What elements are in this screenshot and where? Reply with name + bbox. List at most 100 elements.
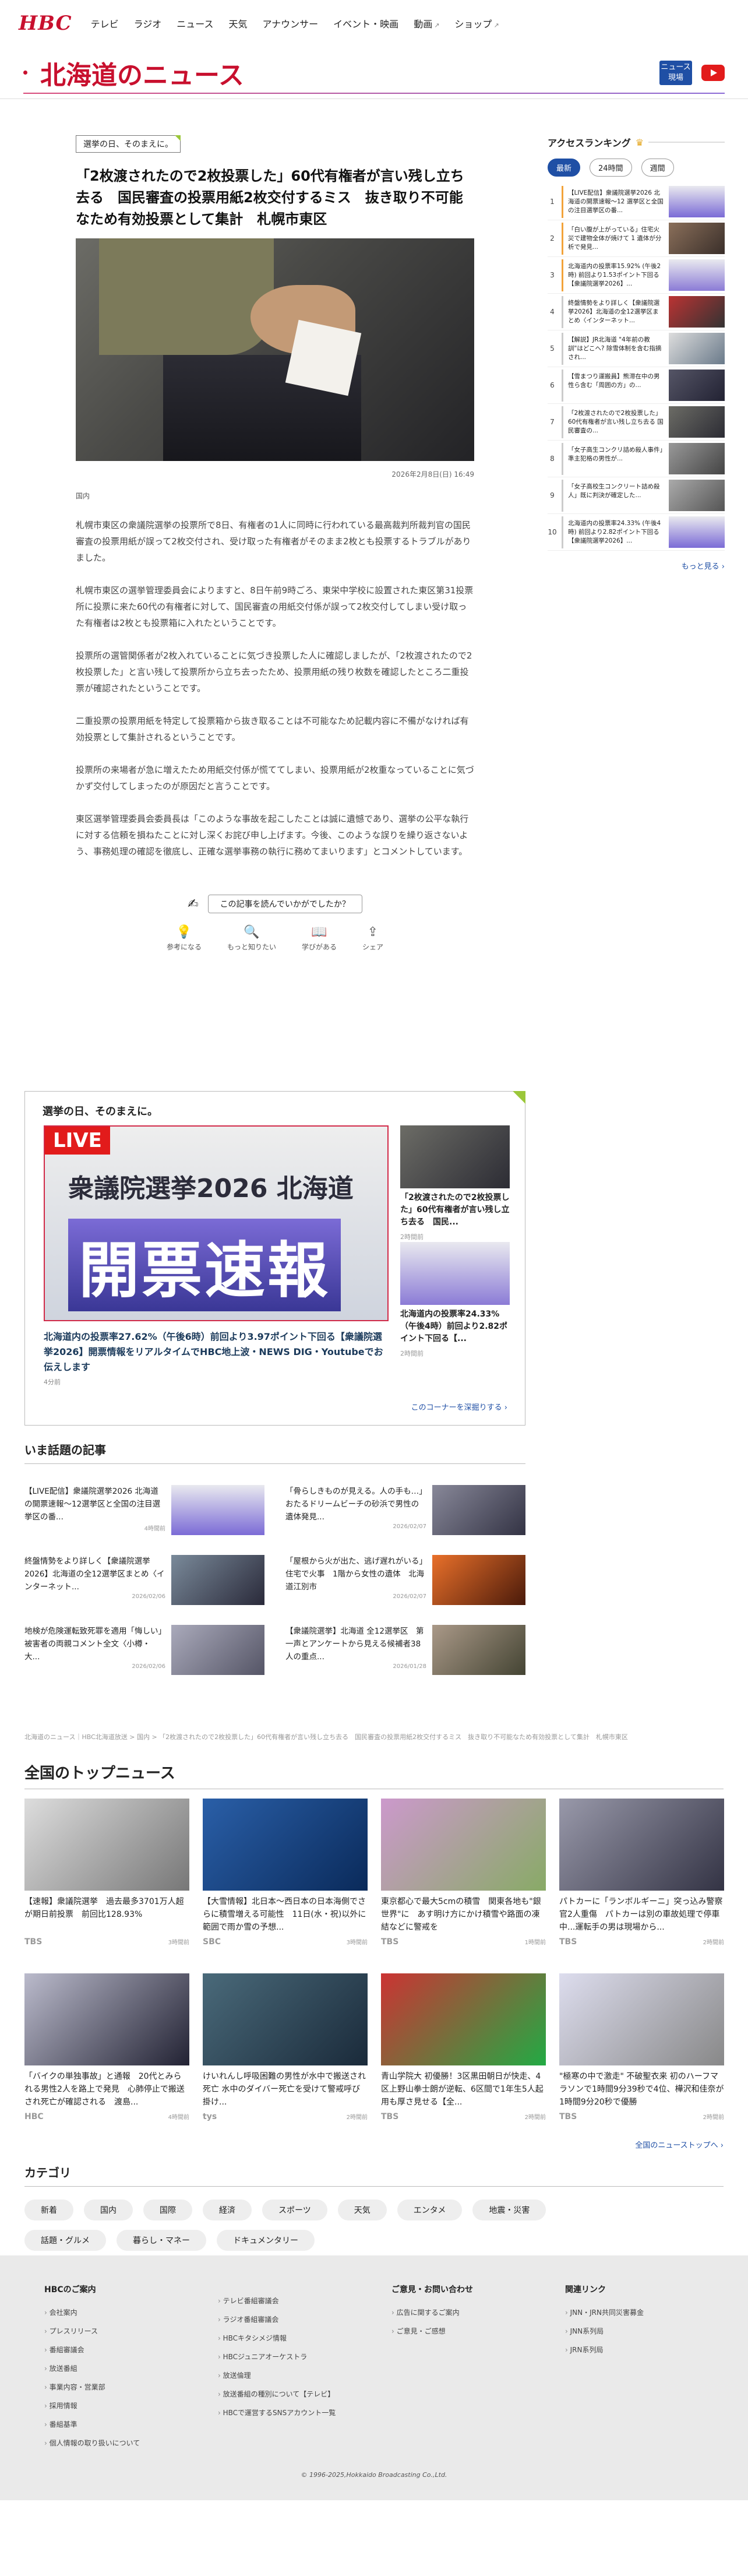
trending-item[interactable]: 【衆議院選挙】北海道 全12選挙区 第一声とアンケートから見える候補者38人の重… — [285, 1625, 525, 1675]
footer-link[interactable]: プレスリリース — [44, 2322, 200, 2341]
category-chip[interactable]: 天気 — [337, 2200, 387, 2220]
series-more-link[interactable]: このコーナーを深掘りする › — [411, 1401, 507, 1412]
ranking-item[interactable]: 10 北海道内の投票率24.33% (午後4時) 前回より2.82ポイント下回る… — [548, 514, 725, 551]
category-chip[interactable]: 新着 — [24, 2200, 73, 2220]
ranking-item[interactable]: 7 「2枚渡されたので2枚投票した」60代有権者が言い残し立ち去る 国民審査の.… — [548, 404, 725, 441]
ranking-item[interactable]: 1 【LIVE配信】衆議院選挙2026 北海道の開票速報〜12 選挙区と全国の注… — [548, 184, 725, 220]
footer-link[interactable]: 放送番組 — [44, 2359, 200, 2378]
footer-link[interactable]: 放送倫理 — [218, 2366, 374, 2385]
top-news-card[interactable]: 【速報】衆議院選挙 過去最多3701万人超が期日前投票 前回比128.93% T… — [24, 1799, 189, 1973]
category-chip[interactable]: ドキュメンタリー — [217, 2230, 315, 2251]
feedback-more-button[interactable]: 🔍 もっと知りたい — [227, 925, 276, 952]
series-main-image[interactable]: LIVE 衆議院選挙2026 北海道 開票速報 — [44, 1125, 389, 1321]
footer-link[interactable]: 広告に関するご案内 — [391, 2303, 548, 2322]
footer-link[interactable]: HBCキタシメジ情報 — [218, 2329, 374, 2348]
article-series-tag[interactable]: 選挙の日、そのまえに。 — [76, 135, 181, 153]
ranking-more-link[interactable]: もっと見る › — [548, 560, 725, 571]
category-chip[interactable]: スポーツ — [262, 2200, 327, 2220]
top-news-card[interactable]: パトカーに「ランボルギーニ」突っ込み警察官2人重傷 パトカーは別の車故処理で停車… — [559, 1799, 724, 1973]
news-genba-button[interactable]: ニュース 現場 — [659, 60, 692, 85]
footer-link[interactable]: 個人情報の取り扱いについて — [44, 2434, 200, 2452]
article-paragraph: 東区選挙管理委員会委員長は「このような事故を起こしたことは誠に遺憾であり、選挙の… — [76, 814, 469, 857]
ranking-item[interactable]: 9 「女子高校生コンクリート詰め殺人」既に判決が確定した... — [548, 477, 725, 514]
tab-24h[interactable]: 24時間 — [590, 159, 632, 177]
series-main-date: 4分前 — [44, 1378, 61, 1386]
footer-link[interactable]: ご意見・ご感想 — [391, 2322, 548, 2341]
footer-link[interactable]: JNN系列局 — [565, 2322, 721, 2341]
category-chip[interactable]: 地震・災害 — [472, 2200, 546, 2220]
ranking-item[interactable]: 6 【雪まつり運搬員】熊滞在中の男性ら含む「周囲の方」の... — [548, 367, 725, 404]
nav-news[interactable]: ニュース — [177, 16, 213, 30]
ranking-thumbnail — [669, 186, 725, 217]
banner-line2: 開票速報 — [68, 1219, 341, 1311]
series-side-item[interactable]: 北海道内の投票率24.33%（午後4時）前回より2.82ポイント下回る【... … — [400, 1242, 510, 1358]
nav-event[interactable]: イベント・映画 — [333, 16, 398, 30]
page-title[interactable]: 北海道のニュース — [40, 54, 244, 92]
top-news-date: 4時間前 — [168, 2114, 189, 2121]
series-side-item[interactable]: 「2枚渡されたので2枚投票した」60代有権者が言い残し立ち去る 国民... 2時… — [400, 1125, 510, 1241]
categories-section: カテゴリ 新着 国内 国際 経済 スポーツ 天気 エンタメ 地震・災害 話題・グルメ 暮らし・マネ… — [24, 2163, 724, 2251]
top-news-card[interactable]: 「バイクの単独事故」と通報 20代とみられる男性2人を路上で発見 心肺停止で搬送… — [24, 1973, 189, 2148]
trending-item[interactable]: 【LIVE配信】衆議院選挙2026 北海道の開票速報〜12選挙区と全国の注目選挙… — [24, 1485, 264, 1535]
footer-link[interactable]: HBCジュニアオーケストラ — [218, 2348, 374, 2366]
share-button[interactable]: ⇪ シェア — [362, 925, 383, 952]
top-news-section: 全国のトップニュース 【速報】衆議院選挙 過去最多3701万人超が期日前投票 前… — [24, 1761, 724, 2150]
footer-link[interactable]: 事業内容・営業部 — [44, 2378, 200, 2396]
ranking-item[interactable]: 3 北海道内の投票率15.92% (午後2時) 前回より1.53ポイント下回る【… — [548, 257, 725, 294]
top-news-card[interactable]: けいれんし呼吸困難の男性が水中で搬送され死亡 水中のダイバー死亡を受けて警戒呼び… — [203, 1973, 368, 2148]
trending-item[interactable]: 「骨らしきものが見える。人の手も…」おたるドリームビーチの砂浜で男性の遺体発見.… — [285, 1485, 525, 1535]
nav-video-wrap[interactable]: 動画 ↗ — [414, 16, 439, 30]
article-category[interactable]: 国内 — [76, 491, 474, 501]
top-news-text: 【大雪情報】北日本〜西日本の日本海側でさらに積雪増える可能性 11日(水・祝)以… — [203, 1897, 366, 1932]
top-news-card[interactable]: 東京都心で最大5cmの積雪 関東各地も"銀世界"に あす明け方にかけ積雪や路面の… — [381, 1799, 546, 1973]
nav-shop[interactable]: ショップ — [454, 19, 492, 30]
footer-link[interactable]: 採用情報 — [44, 2396, 200, 2415]
top-news-card[interactable]: 青山学院大 初優勝！3区黒田朝日が快走、4区上野山拳士朗が逆転、6区間で1年生5… — [381, 1973, 546, 2148]
trending-item[interactable]: 終盤情勢をより詳しく【衆議院選挙2026】北海道の全12選挙区まとめ〈インターネ… — [24, 1555, 264, 1605]
feedback-icon: ✍ — [188, 896, 199, 912]
feedback-learn-button[interactable]: 📖 学びがある — [302, 925, 337, 952]
footer-link[interactable]: テレビ番組審議会 — [218, 2292, 374, 2310]
footer-link[interactable]: 放送番組の種別について【テレビ】 — [218, 2385, 374, 2403]
category-chip[interactable]: 暮らし・マネー — [117, 2230, 206, 2251]
footer-column-title: ご意見・お問い合わせ — [391, 2285, 473, 2295]
footer-link[interactable]: 番組審議会 — [44, 2341, 200, 2359]
trending-item[interactable]: 地検が危険運転致死罪を適用「悔しい」被害者の両親コメント全文〈小樽・大... 2… — [24, 1625, 264, 1675]
youtube-icon[interactable] — [701, 64, 725, 81]
footer-link[interactable]: HBCで運営するSNSアカウント一覧 — [218, 2403, 374, 2422]
nav-video[interactable]: 動画 — [414, 19, 432, 30]
footer-link[interactable]: 番組基準 — [44, 2415, 200, 2434]
footer-link[interactable]: 会社案内 — [44, 2303, 200, 2322]
category-chip[interactable]: エンタメ — [397, 2200, 463, 2220]
hbc-logo[interactable]: HBC — [19, 12, 72, 35]
ranking-item[interactable]: 5 【解説】JR北海道 "4年前の教訓"はどこへ? 除雪体制を含む指摘され... — [548, 330, 725, 367]
tab-weekly[interactable]: 週間 — [641, 159, 674, 177]
category-chip[interactable]: 話題・グルメ — [24, 2230, 106, 2251]
category-chip[interactable]: 国際 — [143, 2200, 192, 2220]
footer-link[interactable]: JRN系列局 — [565, 2341, 721, 2359]
footer-link[interactable]: ラジオ番組審議会 — [218, 2310, 374, 2329]
top-news-image — [203, 1973, 368, 2065]
breadcrumb[interactable]: 北海道のニュース｜HBC北海道放送 > 国内 > 「2枚渡されたので2枚投票した… — [24, 1732, 724, 1741]
nav-weather[interactable]: 天気 — [228, 16, 247, 30]
top-news-card[interactable]: "極寒の中で激走" 不破聖衣来 初のハーフマラソンで1時間9分39秒で4位、樺沢… — [559, 1973, 724, 2148]
ranking-item[interactable]: 8 「女子高生コンクリ詰め殺人事件」準主犯格の男性が... — [548, 441, 725, 477]
tab-latest[interactable]: 最新 — [548, 159, 581, 177]
footer-columns: HBCのご案内会社案内プレスリリース番組審議会放送番組事業内容・営業部採用情報番… — [0, 2255, 748, 2452]
ranking-item[interactable]: 2 「白い腹が上がっている」住宅火災で建物全体が焼けて 1 遺体が分析で発見..… — [548, 220, 725, 257]
trending-item[interactable]: 「屋根から火が出た、逃げ遅れがいる」住宅で火事 1階から女性の遺体 北海道江別市… — [285, 1555, 525, 1605]
footer-link[interactable]: JNN・JRN共同災害募金 — [565, 2303, 721, 2322]
category-chip[interactable]: 国内 — [84, 2200, 133, 2220]
nav-shop-wrap[interactable]: ショップ ↗ — [454, 16, 499, 30]
nav-announcer[interactable]: アナウンサー — [262, 16, 318, 30]
copyright: © 1996-2025,Hokkaido Broadcasting Co.,Lt… — [301, 2471, 447, 2479]
nav-tv[interactable]: テレビ — [91, 16, 119, 30]
ranking-bar — [562, 259, 563, 291]
series-main-caption[interactable]: 北海道内の投票率27.62%（午後6時）前回より3.97ポイント下回る【衆議院選… — [44, 1329, 389, 1375]
nav-radio[interactable]: ラジオ — [134, 16, 162, 30]
feedback-helpful-button[interactable]: 💡 参考になる — [167, 925, 202, 952]
series-title[interactable]: 選挙の日、そのまえに。 — [43, 1103, 507, 1118]
ranking-item[interactable]: 4 終盤情勢をより詳しく【衆議院選挙2026】北海道の全12選挙区まとめ〈インタ… — [548, 294, 725, 330]
category-chip[interactable]: 経済 — [203, 2200, 252, 2220]
top-news-card[interactable]: 【大雪情報】北日本〜西日本の日本海側でさらに積雪増える可能性 11日(水・祝)以… — [203, 1799, 368, 1973]
